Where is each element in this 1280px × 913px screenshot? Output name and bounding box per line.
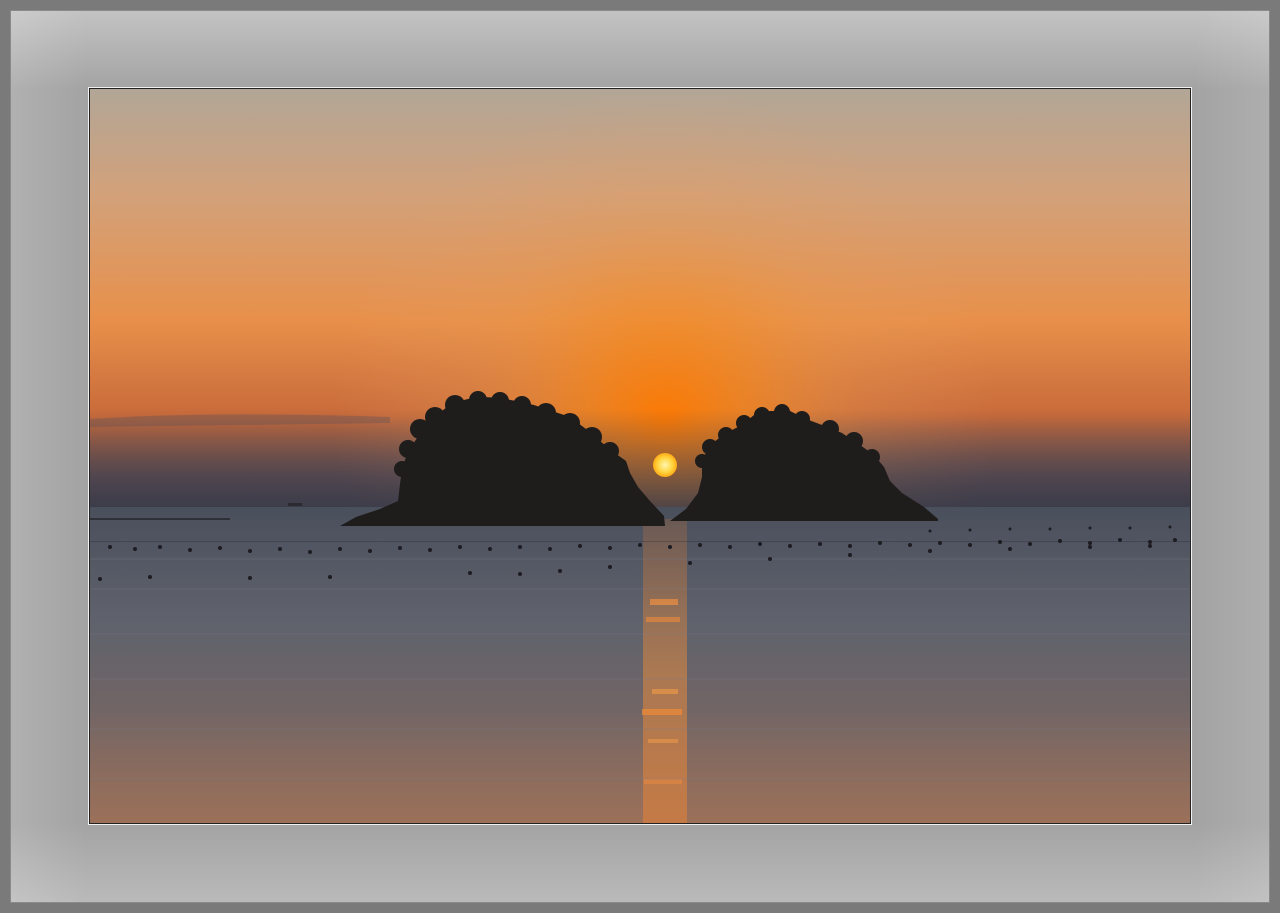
sunset-scene xyxy=(90,89,1190,823)
sun xyxy=(653,453,677,477)
sun-reflection xyxy=(642,519,687,823)
sunset-photo xyxy=(90,89,1190,823)
distant-boat xyxy=(288,503,302,506)
